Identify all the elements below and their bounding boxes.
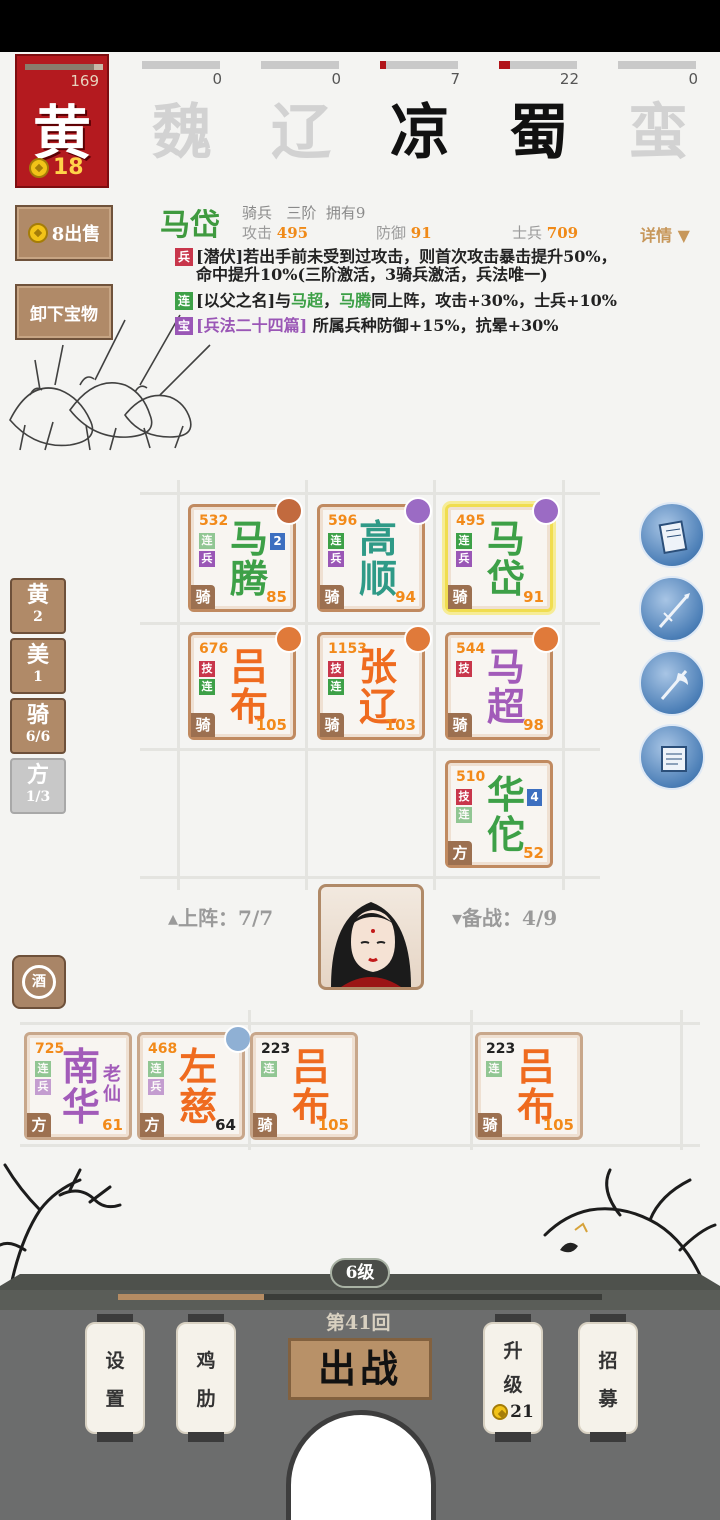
coin-icon [27,223,48,243]
spear-button[interactable] [639,576,705,642]
book-icon [658,520,688,555]
deploy-count: ▴上阵：7/7 [168,906,274,930]
horse-icon [224,1025,252,1053]
board-card-hua-tuo[interactable]: 510 技 连 华佗 4 方 52 [445,760,553,868]
skill-tag: 兵 [175,248,193,266]
wine-icon: 酒 [22,965,56,999]
skill-tag: 连 [175,292,193,310]
nickname-label: 老仙 [103,1064,121,1105]
horse-icon [404,497,432,525]
chicken-rib-button[interactable]: 鸡肋 [176,1312,236,1442]
coin-icon [29,157,49,178]
faction-glyph: 魏 [152,98,212,168]
bench-card-lu-bu[interactable]: 223 连 吕布 骑 105 [250,1032,358,1140]
board-grid [140,492,600,495]
faction-glyph: 蜀 [509,98,569,168]
bench-card-zuo-ci[interactable]: 468 连 兵 左慈 方 64 [137,1025,252,1140]
board-card-ma-chao[interactable]: 544 技 马超 骑 98 [445,625,560,740]
faction-wei[interactable]: 0 魏 [142,58,222,168]
faction-liao[interactable]: 0 辽 [261,58,341,168]
player-faction: 169 黄 18 [15,54,109,188]
skill-fathers-name: 连 [以父之名]与马超，马腾同上阵，攻击+30%，士兵+10% [175,292,695,310]
board-card-ma-teng[interactable]: 532 连 兵 马腾 2 骑 85 [188,497,303,612]
reserve-count: ▾备战：4/9 [452,906,558,930]
faction-shu[interactable]: 22 蜀 [499,58,579,168]
status-bar [0,0,720,52]
halberd-button[interactable] [639,650,705,716]
settings-button[interactable]: 设置 [85,1312,145,1442]
synergy-tab-cavalry[interactable]: 骑 6/6 [10,698,66,754]
lord-portrait[interactable] [318,884,424,990]
board-card-ma-dai[interactable]: 495 连 兵 马岱 骑 91 [445,497,560,612]
hero-soldiers: 士兵 709 [512,224,579,242]
player-gold: 18 [29,155,84,180]
wine-button[interactable]: 酒 [12,955,66,1009]
sell-button[interactable]: 8出售 [15,205,113,261]
coin-icon [492,1404,509,1420]
chevron-down-icon: ▼ [677,226,690,245]
faction-glyph: 凉 [390,98,450,168]
scroll-badge-icon [532,497,560,525]
scroll-icon [661,746,687,772]
bird-icon [560,1242,578,1253]
faction-man[interactable]: 0 蛮 [618,58,698,168]
synergy-tab-huang[interactable]: 黄2 [10,578,66,634]
scroll-button[interactable] [639,724,705,790]
spear-icon [658,593,690,628]
bench-card-lu-bu-2[interactable]: 223 连 吕布 骑 105 [475,1032,583,1140]
recruit-button[interactable]: 招募 [578,1312,638,1442]
shield-icon [404,625,432,653]
halberd-icon [660,670,688,700]
faction-glyph: 蛮 [628,98,688,168]
book-button[interactable] [639,502,705,568]
level-indicator: 6级 [330,1258,390,1288]
star-level: 2 [270,533,285,550]
experience-bar [118,1294,264,1300]
hero-rank: 三阶 [286,204,317,222]
start-battle-button[interactable]: 出战 [288,1338,432,1400]
hero-attack: 攻击 495 [242,224,309,242]
hero-defense: 防御 91 [376,224,432,242]
weapon-icon [275,625,303,653]
hero-name: 马岱 [160,208,220,243]
board-card-lu-bu[interactable]: 676 技 连 吕布 骑 105 [188,625,303,740]
skill-treasure: 宝 [兵法二十四篇] 所属兵种防御+15%，抗晕+30% [175,317,695,335]
skill-tag: 宝 [175,317,193,335]
synergy-tab-mei[interactable]: 美1 [10,638,66,694]
round-label: 第41回 [326,1312,391,1334]
player-gold-value: 18 [53,155,84,180]
synergy-tab-fang[interactable]: 方 1/3 [10,758,66,814]
upgrade-button[interactable]: 升级 21 [483,1312,543,1442]
hero-type: 骑兵 [242,204,273,222]
board-card-gao-shun[interactable]: 596 连 兵 高顺 骑 94 [317,497,432,612]
star-level: 4 [527,789,542,806]
hero-owned: 拥有9 [325,204,366,222]
sell-label: 8出售 [51,224,101,245]
board-card-zhang-liao[interactable]: 1153 技 连 张辽 骑 103 [317,625,432,740]
player-hp-bar [25,64,103,70]
bench-card-nan-hua[interactable]: 725 连 兵 南华 老仙 方 61 [24,1032,132,1140]
armor-icon [532,625,560,653]
faction-liang[interactable]: 7 凉 [380,58,460,168]
faction-glyph: 辽 [271,98,331,168]
horse-icon [275,497,303,525]
hero-meta: 骑兵 三阶 拥有9 [242,202,365,223]
detail-button[interactable]: 详情 ▼ [640,222,690,246]
skill-ambush: 兵 [潜伏]若出手前未受到过攻击，则首次攻击暴击提升50%， 命中提升10%(三阶… [175,248,695,284]
lord-portrait-image [331,902,411,987]
